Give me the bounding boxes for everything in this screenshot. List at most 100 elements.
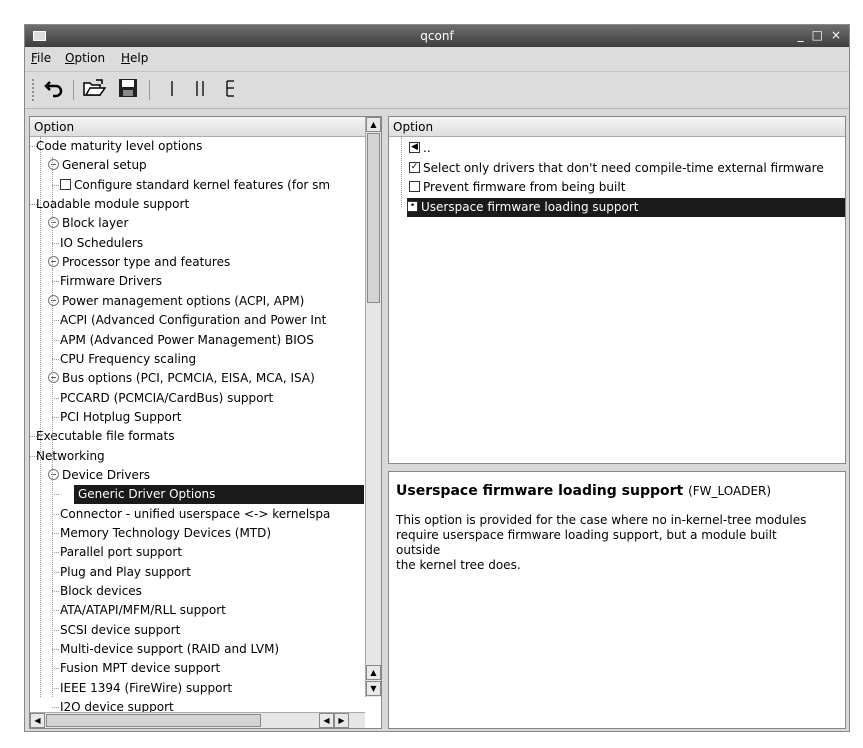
option-list-panel[interactable]: Option ◀.. ✓ Select only drivers that don'… — [388, 116, 846, 464]
tree-connector — [52, 494, 59, 496]
tree-item[interactable]: Fusion MPT device support — [60, 659, 220, 678]
menu-bar: File Option Help — [25, 47, 849, 70]
tree-item[interactable]: Generic Driver Options — [74, 485, 364, 505]
tree-item[interactable]: − Power management options (ACPI, APM) — [48, 292, 304, 311]
window-title: qconf — [420, 29, 454, 43]
tree-item-label: Power management options (ACPI, APM) — [62, 293, 305, 308]
parent-menu-item[interactable]: ◀.. — [409, 139, 431, 158]
tree-item[interactable]: Networking — [36, 447, 105, 466]
checkbox-icon[interactable]: ✓ — [409, 161, 420, 173]
tree-item[interactable]: − General setup — [48, 156, 147, 175]
tree-scroll-thumb[interactable] — [367, 133, 380, 303]
collapse-icon[interactable]: − — [48, 159, 59, 171]
tree-item[interactable]: − Bus options (PCI, PCMCIA, EISA, MCA, IS… — [48, 369, 315, 388]
tree-connector — [52, 571, 59, 573]
tree-connector — [52, 629, 59, 631]
tree-vertical-scrollbar[interactable]: ▲ ▲ ▼ — [365, 117, 381, 697]
tree-item[interactable]: PCI Hotplug Support — [60, 408, 181, 427]
tree-item[interactable]: CPU Frequency scaling — [60, 350, 196, 369]
tree-item[interactable]: Executable file formats — [36, 427, 175, 446]
tree-item-label: ACPI (Advanced Configuration and Power I… — [60, 313, 327, 328]
tree-item-label: CPU Frequency scaling — [60, 351, 197, 366]
tree-item[interactable]: Memory Technology Devices (MTD) — [60, 524, 271, 543]
toolbar — [25, 71, 849, 109]
collapse-icon[interactable]: − — [48, 217, 59, 229]
menu-file[interactable]: File — [31, 51, 51, 65]
tree-connector — [52, 281, 59, 283]
scroll-right-button[interactable]: ▶ — [334, 713, 349, 728]
collapse-icon[interactable]: − — [48, 256, 59, 268]
option-item-label: Userspace firmware loading support — [421, 199, 639, 214]
maximize-button[interactable]: □ — [812, 28, 823, 42]
tree-item[interactable]: ATA/ATAPI/MFM/RLL support — [60, 601, 226, 620]
tree-item-label: Block layer — [62, 216, 129, 231]
tree-connector — [52, 416, 59, 418]
split-view-button[interactable] — [187, 77, 213, 103]
tree-item[interactable]: ACPI (Advanced Configuration and Power I… — [60, 311, 326, 330]
tree-horizontal-scrollbar[interactable]: ◀ ◀ ▶ — [30, 712, 365, 728]
option-item-label: Select only drivers that don't need comp… — [423, 160, 824, 175]
tree-item[interactable]: Configure standard kernel features (for … — [60, 176, 330, 195]
close-button[interactable]: × — [831, 28, 841, 42]
tree-item[interactable]: Firmware Drivers — [60, 272, 162, 291]
tree-item-label: Generic Driver Options — [78, 487, 216, 502]
tree-item-label: SCSI device support — [60, 622, 181, 637]
scroll-down-button[interactable]: ▼ — [366, 681, 381, 696]
option-item[interactable]: ✓ Select only drivers that don't need com… — [409, 159, 824, 178]
full-view-button[interactable] — [217, 77, 243, 103]
load-button[interactable] — [81, 77, 107, 103]
tree-item[interactable]: IO Schedulers — [60, 234, 143, 253]
collapse-icon[interactable]: − — [48, 294, 59, 306]
tree-item[interactable]: Connector - unified userspace <-> kernel… — [60, 505, 330, 524]
tree-item[interactable]: − Processor type and features — [48, 253, 230, 272]
tree-item[interactable]: − Device Drivers — [48, 466, 150, 485]
tree-item[interactable]: IEEE 1394 (FireWire) support — [60, 679, 232, 698]
tree-guide-line — [52, 157, 53, 697]
save-button[interactable] — [115, 77, 141, 103]
collapse-icon[interactable]: − — [48, 372, 59, 384]
toolbar-grip[interactable] — [31, 78, 35, 102]
tree-item[interactable]: Plug and Play support — [60, 563, 191, 582]
checkbox-icon[interactable] — [60, 178, 71, 190]
help-text-line: This option is provided for the case whe… — [396, 513, 807, 527]
open-folder-icon — [82, 78, 107, 103]
tree-connector — [52, 668, 59, 670]
tree-item[interactable]: Loadable module support — [36, 195, 189, 214]
checkbox-icon[interactable] — [409, 181, 420, 192]
tree-item-label: Executable file formats — [36, 429, 175, 444]
collapse-icon[interactable]: − — [48, 468, 59, 480]
tree-item[interactable]: APM (Advanced Power Management) BIOS — [60, 331, 314, 350]
tree-item[interactable]: Block devices — [60, 582, 142, 601]
tree-column-header[interactable]: Option — [30, 117, 365, 137]
tree-item-label: PCI Hotplug Support — [60, 409, 182, 424]
option-item[interactable]: Prevent firmware from being built — [409, 178, 625, 197]
menu-option[interactable]: Option — [65, 51, 105, 65]
tree-item[interactable]: Code maturity level options — [36, 137, 202, 156]
scroll-up-button[interactable]: ▲ — [366, 117, 381, 132]
tree-connector — [52, 610, 59, 612]
tree-item-label: Plug and Play support — [60, 564, 191, 579]
tree-item[interactable]: SCSI device support — [60, 621, 180, 640]
tree-item[interactable]: Multi-device support (RAID and LVM) — [60, 640, 279, 659]
minimize-button[interactable]: _ — [798, 28, 804, 42]
menu-tree-panel[interactable]: Option Code maturity level options − Gener… — [29, 116, 382, 729]
menu-help[interactable]: Help — [121, 51, 148, 65]
tristate-checkbox-icon[interactable]: • — [407, 200, 418, 212]
tree-item[interactable]: PCCARD (PCMCIA/CardBus) support — [60, 389, 273, 408]
scroll-left-button[interactable]: ◀ — [319, 713, 334, 728]
help-text-line: the kernel tree does. — [396, 558, 521, 572]
floppy-disk-icon — [118, 78, 138, 103]
tree-connector — [52, 513, 59, 515]
scroll-up-button[interactable]: ▲ — [366, 665, 381, 680]
single-view-button[interactable] — [159, 77, 185, 103]
back-button[interactable] — [41, 77, 67, 103]
back-arrow-icon[interactable]: ◀ — [409, 142, 420, 153]
option-item[interactable]: • Userspace firmware loading support — [407, 197, 845, 217]
tree-item-label: Parallel port support — [60, 545, 183, 560]
list-column-header[interactable]: Option — [389, 117, 845, 137]
tree-item[interactable]: − Block layer — [48, 214, 128, 233]
scroll-left-button[interactable]: ◀ — [30, 713, 45, 728]
tree-item[interactable]: Parallel port support — [60, 543, 182, 562]
title-bar[interactable]: qconf _ □ × — [25, 25, 849, 47]
tree-hscroll-thumb[interactable] — [46, 714, 261, 727]
